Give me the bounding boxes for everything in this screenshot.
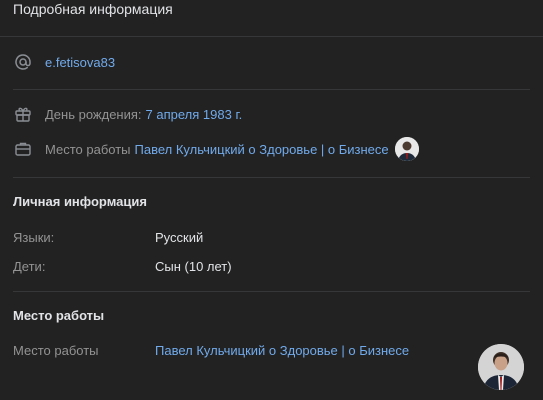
panel-header: Подробная информация <box>0 0 543 37</box>
work-label: Место работы <box>45 141 131 157</box>
divider <box>13 291 530 292</box>
languages-value: Русский <box>155 230 204 245</box>
gift-icon <box>13 104 33 124</box>
birthday-link[interactable]: 7 апреля 1983 г. <box>146 107 243 122</box>
details-panel: Подробная информация e.fetisova83 День р… <box>0 0 543 400</box>
career-section-title: Место работы <box>13 308 105 323</box>
children-row: Дети: Сын (10 лет) <box>13 259 530 274</box>
languages-label: Языки: <box>13 230 55 245</box>
panel-title: Подробная информация <box>13 1 173 17</box>
career-work-link[interactable]: Павел Кульчицкий о Здоровье | о Бизнесе <box>155 343 409 358</box>
children-value: Сын (10 лет) <box>155 259 232 274</box>
work-avatar[interactable] <box>394 137 419 161</box>
career-row: Место работы Павел Кульчицкий о Здоровье… <box>13 343 530 358</box>
languages-row: Языки: Русский <box>13 230 530 245</box>
at-icon <box>13 52 33 72</box>
contact-row: e.fetisova83 <box>13 52 530 72</box>
birthday-label: День рождения: <box>45 106 142 122</box>
work-link[interactable]: Павел Кульчицкий о Здоровье | о Бизнесе <box>135 142 389 157</box>
personal-section-title: Личная информация <box>13 194 147 209</box>
divider <box>13 89 530 90</box>
career-work-label: Место работы <box>13 343 99 358</box>
briefcase-icon <box>13 139 33 159</box>
birthday-row: День рождения: 7 апреля 1983 г. <box>13 104 530 124</box>
work-row: Место работы Павел Кульчицкий о Здоровье… <box>13 137 530 161</box>
children-label: Дети: <box>13 259 46 274</box>
username-link[interactable]: e.fetisova83 <box>45 55 115 70</box>
career-avatar[interactable] <box>478 344 524 390</box>
divider <box>13 177 530 178</box>
